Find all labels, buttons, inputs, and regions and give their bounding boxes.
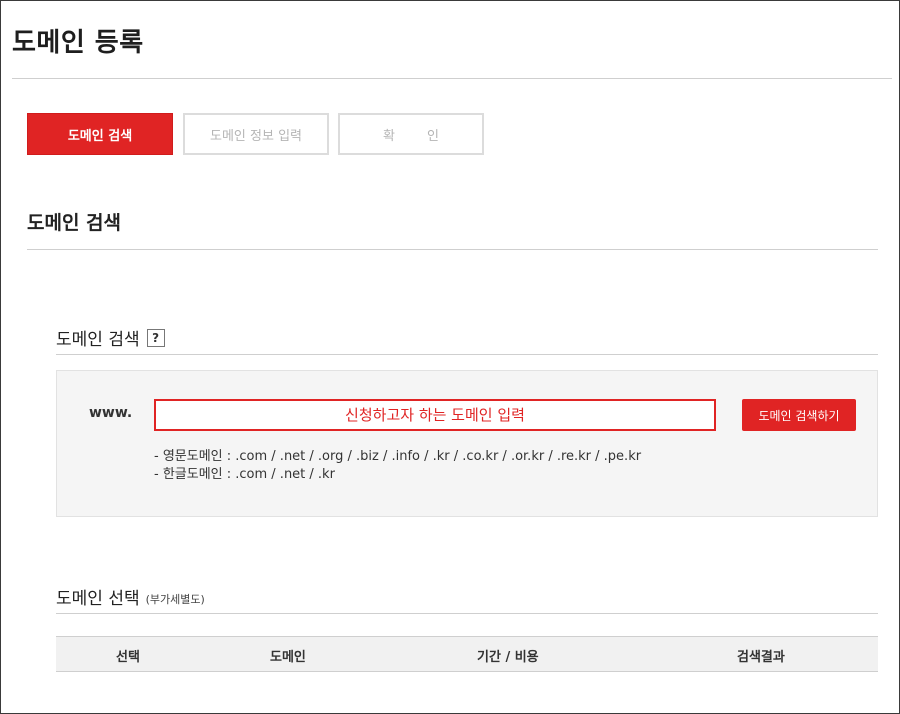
selection-subtitle-label: 도메인 선택 [56, 589, 140, 609]
extension-list: - 영문도메인 : .com / .net / .org / .biz / .i… [154, 448, 641, 484]
column-header-period-cost: 기간 / 비용 [477, 650, 539, 665]
column-header-select: 선택 [116, 650, 140, 665]
step-confirm[interactable]: 확 인 [338, 113, 484, 155]
english-extensions: - 영문도메인 : .com / .net / .org / .biz / .i… [154, 449, 642, 464]
korean-extensions: - 한글도메인 : .com / .net / .kr [154, 467, 335, 482]
step-domain-info[interactable]: 도메인 정보 입력 [183, 113, 329, 155]
help-icon[interactable]: ? [146, 328, 165, 347]
search-panel [56, 370, 878, 517]
search-subtitle: 도메인 검색 ? [56, 325, 165, 350]
title-divider [12, 78, 892, 79]
search-subtitle-label: 도메인 검색 [56, 330, 140, 350]
vat-note: (부가세별도) [145, 592, 205, 606]
section-divider [27, 249, 878, 250]
www-prefix: www. [89, 405, 133, 421]
search-divider [56, 354, 878, 355]
selection-subtitle: 도메인 선택 (부가세별도) [56, 584, 205, 609]
domain-search-input[interactable] [154, 399, 716, 431]
selection-divider [56, 613, 878, 614]
page-title: 도메인 등록 [12, 28, 144, 58]
section-title: 도메인 검색 [27, 212, 122, 234]
column-header-result: 검색결과 [737, 650, 785, 665]
column-header-domain: 도메인 [270, 650, 306, 665]
step-domain-search[interactable]: 도메인 검색 [27, 113, 173, 155]
domain-search-button[interactable]: 도메인 검색하기 [742, 399, 856, 431]
results-table-header: 선택 도메인 기간 / 비용 검색결과 [56, 636, 878, 672]
